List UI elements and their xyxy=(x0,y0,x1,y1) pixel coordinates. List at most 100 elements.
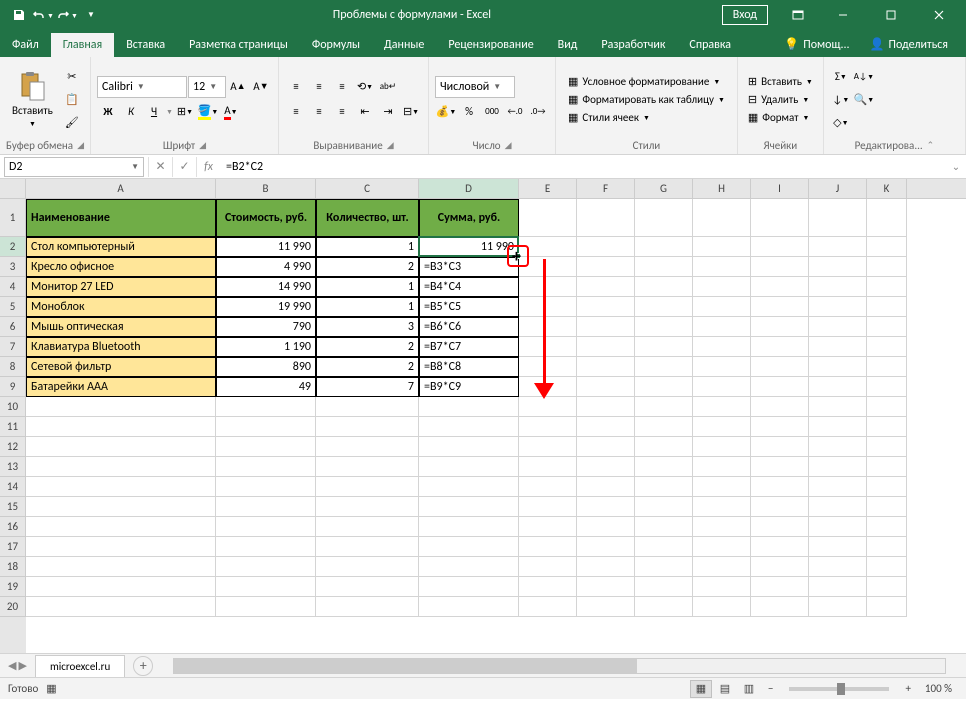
worksheet-grid[interactable]: ABCDEFGHIJK 1234567891011121314151617181… xyxy=(0,179,966,653)
cell-F13[interactable] xyxy=(577,457,635,477)
cell-J1[interactable] xyxy=(809,199,867,237)
fill-color-button[interactable]: 🪣▼ xyxy=(197,101,219,123)
cell-C7[interactable]: 2 xyxy=(316,337,419,357)
cell-C11[interactable] xyxy=(316,417,419,437)
row-header-3[interactable]: 3 xyxy=(0,257,26,277)
cell-C8[interactable]: 2 xyxy=(316,357,419,377)
cell-K7[interactable] xyxy=(867,337,907,357)
cell-K19[interactable] xyxy=(867,577,907,597)
horizontal-scrollbar[interactable] xyxy=(173,658,946,674)
save-button[interactable] xyxy=(8,4,30,26)
share-button[interactable]: 👤Поделиться xyxy=(862,32,956,57)
cell-E20[interactable] xyxy=(519,597,577,617)
row-header-5[interactable]: 5 xyxy=(0,297,26,317)
cell-B4[interactable]: 14 990 xyxy=(216,277,316,297)
cell-F12[interactable] xyxy=(577,437,635,457)
cell-K16[interactable] xyxy=(867,517,907,537)
cell-D12[interactable] xyxy=(419,437,519,457)
font-color-button[interactable]: A▼ xyxy=(220,101,242,123)
cell-B2[interactable]: 11 990 xyxy=(216,237,316,257)
cell-D20[interactable] xyxy=(419,597,519,617)
cell-B14[interactable] xyxy=(216,477,316,497)
copy-button[interactable]: 📋 xyxy=(61,88,83,110)
bold-button[interactable]: Ж xyxy=(97,101,119,123)
cell-B3[interactable]: 4 990 xyxy=(216,257,316,277)
cell-I18[interactable] xyxy=(751,557,809,577)
cell-J14[interactable] xyxy=(809,477,867,497)
cell-C19[interactable] xyxy=(316,577,419,597)
cell-B6[interactable]: 790 xyxy=(216,317,316,337)
column-header-D[interactable]: D xyxy=(419,179,519,198)
column-header-A[interactable]: A xyxy=(26,179,216,198)
cell-E17[interactable] xyxy=(519,537,577,557)
cell-I11[interactable] xyxy=(751,417,809,437)
cell-B11[interactable] xyxy=(216,417,316,437)
cell-A20[interactable] xyxy=(26,597,216,617)
cell-K9[interactable] xyxy=(867,377,907,397)
cell-G14[interactable] xyxy=(635,477,693,497)
cell-H6[interactable] xyxy=(693,317,751,337)
cell-J4[interactable] xyxy=(809,277,867,297)
close-button[interactable] xyxy=(916,0,962,30)
borders-button[interactable]: ⊞▼ xyxy=(174,101,196,123)
decrease-decimal-button[interactable]: .0→ xyxy=(527,101,549,123)
cell-H1[interactable] xyxy=(693,199,751,237)
underline-button[interactable]: Ч xyxy=(143,101,165,123)
cell-C6[interactable]: 3 xyxy=(316,317,419,337)
cell-G9[interactable] xyxy=(635,377,693,397)
cell-A14[interactable] xyxy=(26,477,216,497)
tab-data[interactable]: Данные xyxy=(372,33,436,57)
cell-J2[interactable] xyxy=(809,237,867,257)
cell-J20[interactable] xyxy=(809,597,867,617)
cell-E8[interactable] xyxy=(519,357,577,377)
delete-cells-button[interactable]: ⊟Удалить▼ xyxy=(744,91,817,108)
alignment-dialog-launcher[interactable]: ◢ xyxy=(387,140,394,151)
cell-G8[interactable] xyxy=(635,357,693,377)
cell-F6[interactable] xyxy=(577,317,635,337)
cell-E4[interactable] xyxy=(519,277,577,297)
cell-J19[interactable] xyxy=(809,577,867,597)
cell-I2[interactable] xyxy=(751,237,809,257)
format-cells-button[interactable]: ▦Формат▼ xyxy=(744,109,817,126)
cell-H5[interactable] xyxy=(693,297,751,317)
cell-B12[interactable] xyxy=(216,437,316,457)
cell-G6[interactable] xyxy=(635,317,693,337)
redo-button[interactable]: ▼ xyxy=(56,4,78,26)
cell-D19[interactable] xyxy=(419,577,519,597)
increase-font-button[interactable]: A▲ xyxy=(227,76,249,98)
tab-review[interactable]: Рецензирование xyxy=(436,33,545,57)
cell-J6[interactable] xyxy=(809,317,867,337)
cell-C3[interactable]: 2 xyxy=(316,257,419,277)
cell-J9[interactable] xyxy=(809,377,867,397)
cell-B18[interactable] xyxy=(216,557,316,577)
cell-F19[interactable] xyxy=(577,577,635,597)
cell-A12[interactable] xyxy=(26,437,216,457)
cell-B5[interactable]: 19 990 xyxy=(216,297,316,317)
cell-D15[interactable] xyxy=(419,497,519,517)
cell-D9[interactable]: =B9*C9 xyxy=(419,377,519,397)
cell-B20[interactable] xyxy=(216,597,316,617)
cell-A13[interactable] xyxy=(26,457,216,477)
cell-H7[interactable] xyxy=(693,337,751,357)
cell-A9[interactable]: Батарейки AAA xyxy=(26,377,216,397)
cell-C10[interactable] xyxy=(316,397,419,417)
row-header-1[interactable]: 1 xyxy=(0,199,26,237)
row-header-16[interactable]: 16 xyxy=(0,517,26,537)
row-header-4[interactable]: 4 xyxy=(0,277,26,297)
cell-J11[interactable] xyxy=(809,417,867,437)
cell-F11[interactable] xyxy=(577,417,635,437)
format-painter-button[interactable]: 🖌 xyxy=(61,111,83,133)
column-header-B[interactable]: B xyxy=(216,179,316,198)
cell-G10[interactable] xyxy=(635,397,693,417)
cell-K18[interactable] xyxy=(867,557,907,577)
increase-decimal-button[interactable]: ←.0 xyxy=(504,101,526,123)
page-layout-view-button[interactable]: ▤ xyxy=(714,680,736,698)
format-as-table-button[interactable]: ▦Форматировать как таблицу▼ xyxy=(562,91,731,108)
cell-F14[interactable] xyxy=(577,477,635,497)
fill-button[interactable]: ↓▼ xyxy=(830,88,852,110)
row-header-14[interactable]: 14 xyxy=(0,477,26,497)
cell-H17[interactable] xyxy=(693,537,751,557)
decrease-indent-button[interactable]: ⇤ xyxy=(354,101,376,123)
cell-I15[interactable] xyxy=(751,497,809,517)
cell-D18[interactable] xyxy=(419,557,519,577)
